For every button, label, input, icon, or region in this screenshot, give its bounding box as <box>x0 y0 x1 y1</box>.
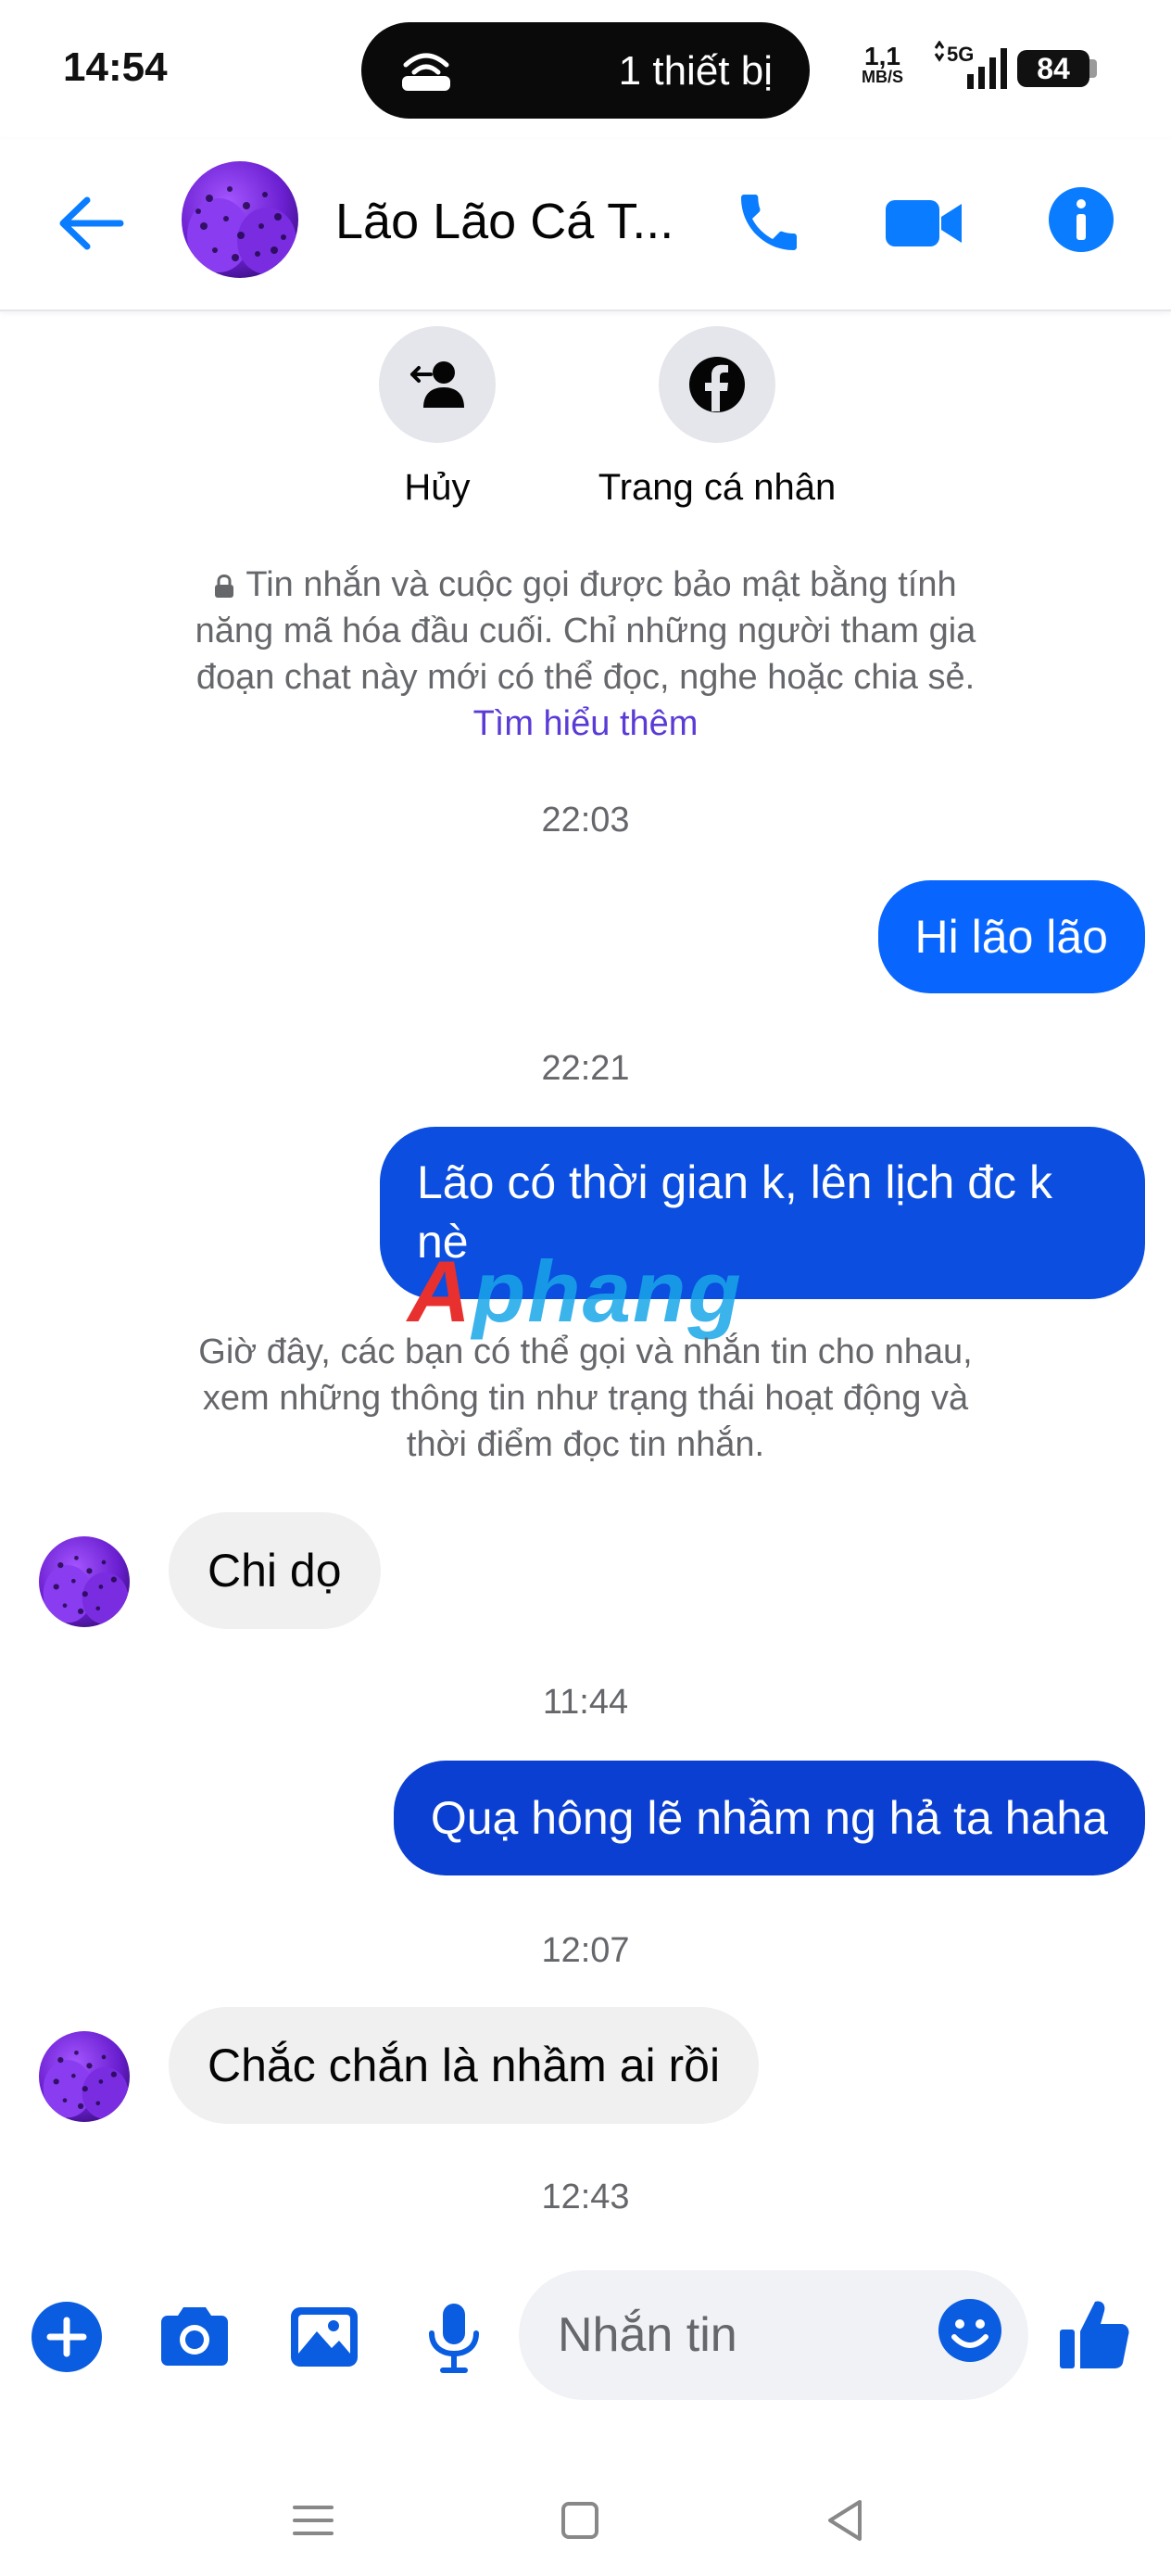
profile-button[interactable] <box>659 326 775 443</box>
battery-indicator: 84 <box>1017 50 1089 87</box>
phone-call-icon[interactable] <box>732 185 806 259</box>
contact-avatar-small[interactable] <box>39 2031 130 2122</box>
back-triangle-icon[interactable] <box>819 2493 875 2548</box>
message-composer <box>0 2261 1171 2409</box>
contact-avatar-small[interactable] <box>39 1536 130 1627</box>
network-type: 5G <box>947 43 974 66</box>
signal-5g-icon: 5G <box>934 41 1007 89</box>
message-timestamp: 22:21 <box>541 1049 630 1088</box>
gallery-icon[interactable] <box>285 2298 363 2376</box>
message-timestamp: 22:03 <box>541 801 630 840</box>
message-timestamp: 12:43 <box>541 2178 630 2216</box>
island-label: 1 thiết bị <box>618 48 773 94</box>
cancel-request-button[interactable] <box>379 326 496 443</box>
facebook-icon <box>689 357 745 412</box>
outgoing-message[interactable]: Lão có thời gian k, lên lịch đc k nè <box>380 1127 1145 1299</box>
profile-action[interactable]: Trang cá nhân <box>578 326 856 509</box>
status-time: 14:54 <box>63 44 168 90</box>
profile-label: Trang cá nhân <box>598 467 837 508</box>
incoming-message[interactable]: Chắc chắn là nhầm ai rồi <box>169 2007 760 2124</box>
contact-name[interactable]: Lão Lão Cá T... <box>335 193 674 250</box>
learn-more-link[interactable]: Tìm hiểu thêm <box>473 704 699 743</box>
avatar-image <box>182 161 298 278</box>
network-speed-value: 1,1 <box>864 42 900 70</box>
status-bar: 14:54 1 thiết bị 1,1 MB/S 5G 84 <box>0 0 1171 139</box>
message-timestamp: 11:44 <box>542 1683 629 1722</box>
incoming-message[interactable]: Chi dọ <box>169 1512 381 1629</box>
emoji-icon[interactable] <box>936 2296 1004 2365</box>
hotspot-icon <box>402 53 450 91</box>
contact-avatar[interactable] <box>182 161 298 278</box>
plus-icon[interactable] <box>28 2298 106 2376</box>
encryption-notice: Tin nhắn và cuộc gọi được bảo mật bằng t… <box>185 562 986 747</box>
lock-icon <box>215 574 234 598</box>
back-arrow-icon[interactable] <box>54 191 128 256</box>
message-timestamp: 12:07 <box>541 1931 630 1970</box>
menu-icon[interactable] <box>285 2493 341 2548</box>
camera-icon[interactable] <box>156 2298 233 2376</box>
encryption-notice-text: Tin nhắn và cuộc gọi được bảo mật bằng t… <box>195 565 976 697</box>
cancel-request-label: Hủy <box>404 467 471 508</box>
network-speed-unit: MB/S <box>862 68 903 86</box>
info-icon[interactable] <box>1047 185 1115 254</box>
chat-header: Lão Lão Cá T... <box>0 139 1171 311</box>
outgoing-message[interactable]: Hi lão lão <box>877 880 1145 993</box>
cancel-request-action[interactable]: Hủy <box>298 326 576 509</box>
dynamic-island[interactable]: 1 thiết bị <box>361 22 810 119</box>
network-speed: 1,1 MB/S <box>862 42 903 87</box>
microphone-icon[interactable] <box>415 2298 493 2376</box>
unfriend-icon <box>410 361 464 408</box>
video-call-icon[interactable] <box>882 191 965 256</box>
avatar-image <box>39 2031 130 2122</box>
avatar-image <box>39 1536 130 1627</box>
battery-tip <box>1089 59 1097 78</box>
home-icon[interactable] <box>552 2493 608 2548</box>
system-notice: Giờ đây, các bạn có thể gọi và nhắn tin … <box>198 1332 973 1464</box>
thumbs-up-icon[interactable] <box>1056 2294 1132 2372</box>
system-navigation-bar <box>0 2465 1171 2576</box>
outgoing-message[interactable]: Quạ hông lẽ nhầm ng hả ta haha <box>393 1761 1145 1875</box>
